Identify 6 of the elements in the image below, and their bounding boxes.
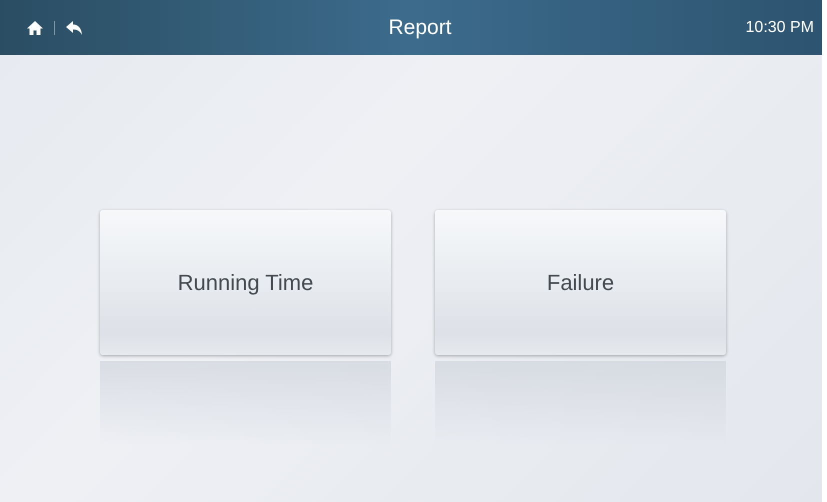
screen-title: Report xyxy=(387,16,453,40)
menu-button[interactable]: Running Time xyxy=(100,210,391,355)
menu-button[interactable]: Failure xyxy=(435,210,726,355)
back-icon[interactable] xyxy=(65,18,83,36)
home-icon[interactable] xyxy=(26,18,44,36)
clock-time: 10:30 PM xyxy=(744,18,814,36)
